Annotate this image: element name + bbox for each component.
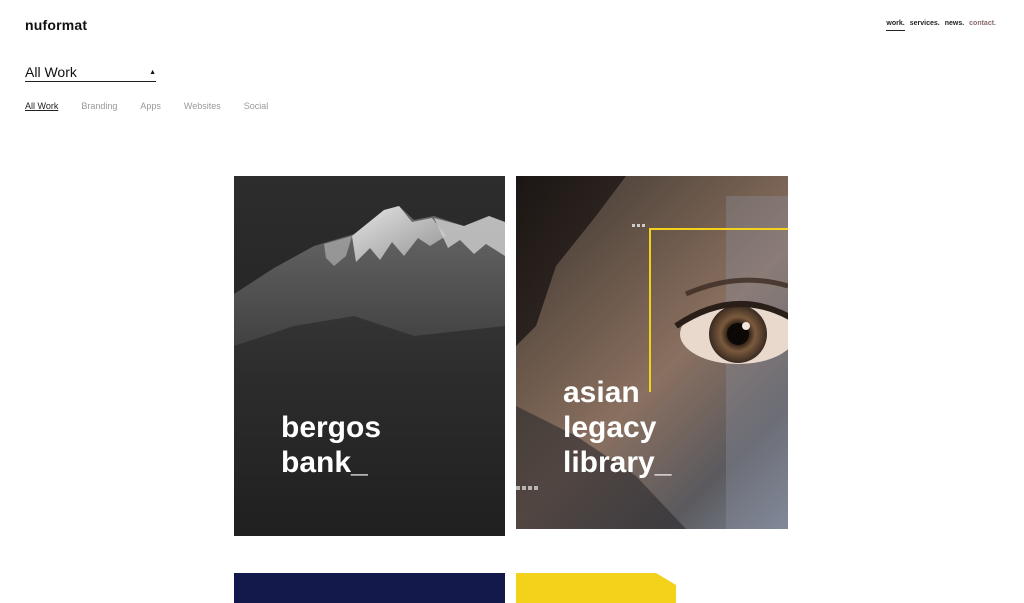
tab-all-work[interactable]: All Work <box>25 101 58 111</box>
triangle-up-icon: ▲ <box>149 68 156 76</box>
yellow-shape-image <box>516 573 676 603</box>
project-card-asian-legacy-library[interactable]: asian legacy library_ <box>516 176 788 529</box>
project-card-navy[interactable] <box>234 573 505 603</box>
project-title: bergos bank_ <box>281 411 382 479</box>
nav-services[interactable]: services. <box>910 20 940 31</box>
nav-work[interactable]: work. <box>886 20 905 31</box>
filter-selected-value: All Work <box>25 64 77 80</box>
tab-websites[interactable]: Websites <box>184 101 221 111</box>
tab-branding[interactable]: Branding <box>81 101 117 111</box>
main-nav: work. services. news. contact. <box>886 20 996 31</box>
tab-social[interactable]: Social <box>244 101 269 111</box>
logo-text: nuformat <box>25 17 88 33</box>
nav-news[interactable]: news. <box>945 20 964 31</box>
nav-contact[interactable]: contact. <box>969 20 996 31</box>
project-card-yellow[interactable] <box>516 573 788 603</box>
logo[interactable]: nuformat <box>25 17 87 33</box>
mountain-image <box>234 206 505 536</box>
project-card-bergos-bank[interactable]: bergos bank_ <box>234 176 505 536</box>
category-tabs: All Work Branding Apps Websites Social <box>25 101 268 111</box>
project-title: asian legacy library_ <box>563 376 672 479</box>
tab-apps[interactable]: Apps <box>140 101 161 111</box>
work-filter-dropdown[interactable]: All Work ▲ <box>25 63 156 82</box>
